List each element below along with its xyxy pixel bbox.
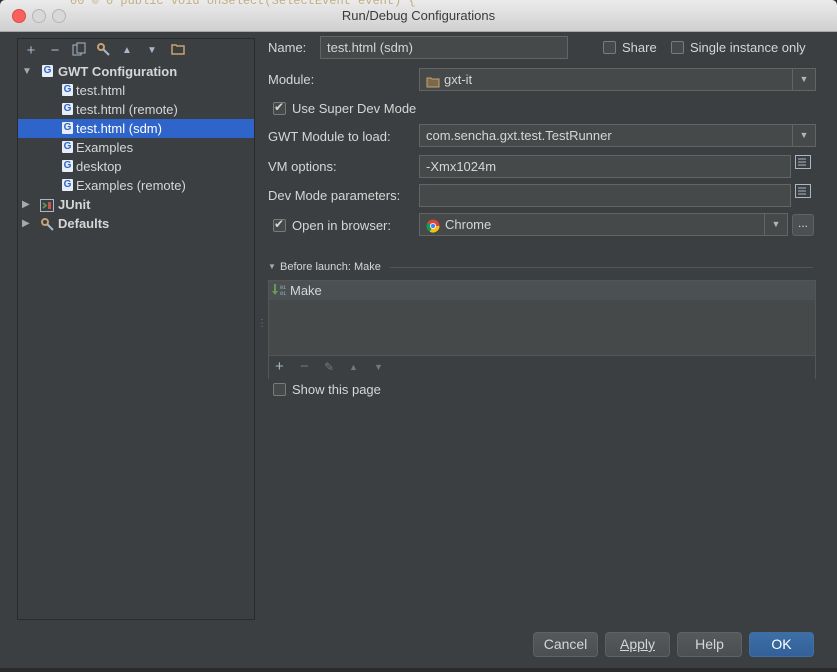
edit-icon[interactable]: ✎ bbox=[324, 360, 334, 374]
run-debug-dialog: 00 © 0 public void onSelect(SelectEvent … bbox=[0, 0, 837, 668]
browser-settings-button[interactable]: ... bbox=[792, 214, 814, 236]
separator-line bbox=[390, 267, 813, 268]
before-launch-toolbar: + − ✎ ▲ ▼ bbox=[269, 355, 815, 380]
dev-mode-params-field[interactable] bbox=[419, 184, 791, 207]
gwt-icon: G bbox=[62, 103, 73, 115]
before-launch-list: 01 01 Make + − ✎ ▲ ▼ bbox=[268, 280, 816, 380]
defaults-icon bbox=[40, 217, 54, 236]
make-icon: 01 01 bbox=[272, 283, 288, 302]
tree-item-label: desktop bbox=[76, 159, 122, 174]
single-instance-checkbox[interactable] bbox=[671, 41, 684, 54]
share-label: Share bbox=[622, 40, 657, 55]
tree-item-label: test.html bbox=[76, 83, 126, 98]
module-label: Module: bbox=[268, 72, 315, 87]
add-icon[interactable]: + bbox=[275, 358, 284, 375]
ok-button[interactable]: OK bbox=[749, 632, 814, 657]
tree-item-label: Examples bbox=[76, 140, 134, 155]
copy-icon[interactable] bbox=[70, 42, 88, 60]
window-title: Run/Debug Configurations bbox=[341, 8, 496, 23]
open-in-browser-checkbox[interactable] bbox=[273, 217, 286, 232]
remove-icon[interactable]: − bbox=[46, 42, 64, 60]
tree-item-label: test.html (sdm) bbox=[76, 121, 162, 136]
tree-item-label: test.html (remote) bbox=[76, 102, 178, 117]
background-strip bbox=[0, 668, 837, 672]
expand-arrow-icon[interactable]: ▼ bbox=[22, 62, 32, 81]
tree-item-test-html-sdm[interactable]: G test.html (sdm) bbox=[18, 119, 254, 138]
help-button[interactable]: Help bbox=[677, 632, 742, 657]
tree-item-examples[interactable]: G Examples bbox=[18, 138, 254, 157]
tree-item-examples-remote[interactable]: G Examples (remote) bbox=[18, 176, 254, 195]
cancel-button[interactable]: Cancel bbox=[533, 632, 598, 657]
svg-text:01: 01 bbox=[280, 291, 286, 297]
name-label: Name: bbox=[268, 40, 307, 55]
gwt-module-label: GWT Module to load: bbox=[268, 129, 391, 144]
super-dev-mode-label: Use Super Dev Mode bbox=[292, 101, 417, 116]
make-label: Make bbox=[290, 283, 322, 298]
super-dev-mode-checkbox[interactable] bbox=[273, 100, 286, 115]
chevron-down-icon[interactable]: ▼ bbox=[268, 262, 276, 271]
collapse-arrow-icon[interactable]: ▶ bbox=[22, 214, 30, 233]
settings-icon[interactable] bbox=[94, 42, 112, 60]
configurations-panel: + − ▲ ▼ ▼ G GWT Configuration G test.htm… bbox=[17, 38, 255, 620]
tree-item-label: Defaults bbox=[58, 216, 110, 231]
tree-item-defaults[interactable]: ▶ Defaults bbox=[18, 214, 254, 233]
chevron-down-icon[interactable]: ▼ bbox=[792, 69, 815, 90]
chevron-down-icon[interactable]: ▼ bbox=[792, 125, 815, 146]
gwt-icon: G bbox=[42, 65, 53, 77]
apply-button[interactable]: Apply bbox=[605, 632, 670, 657]
browser-value: Chrome bbox=[445, 217, 492, 232]
vm-options-field[interactable]: -Xmx1024m bbox=[419, 155, 791, 178]
tree-item-label: GWT Configuration bbox=[58, 64, 178, 79]
tree-item-test-html[interactable]: G test.html bbox=[18, 81, 254, 100]
before-launch-title: Before launch: Make bbox=[280, 261, 381, 273]
gwt-icon: G bbox=[62, 84, 73, 96]
add-icon[interactable]: + bbox=[22, 42, 40, 60]
module-combo[interactable]: gxt-it ▼ bbox=[419, 68, 816, 91]
gwt-icon: G bbox=[62, 179, 73, 191]
chrome-icon bbox=[426, 218, 440, 239]
tree-item-label: JUnit bbox=[58, 197, 91, 212]
gwt-module-combo[interactable]: com.sencha.gxt.test.TestRunner ▼ bbox=[419, 124, 816, 147]
expand-editor-icon[interactable] bbox=[793, 155, 813, 176]
collapse-arrow-icon[interactable]: ▶ bbox=[22, 195, 30, 214]
vm-options-label: VM options: bbox=[268, 159, 337, 174]
show-this-page-checkbox[interactable] bbox=[273, 383, 286, 396]
browser-combo[interactable]: Chrome ▼ bbox=[419, 213, 788, 236]
show-this-page-label: Show this page bbox=[292, 382, 381, 397]
configuration-tree: ▼ G GWT Configuration G test.html G test… bbox=[18, 62, 254, 233]
open-in-browser-label: Open in browser: bbox=[292, 218, 391, 233]
gwt-icon: G bbox=[62, 160, 73, 172]
tree-item-test-html-remote[interactable]: G test.html (remote) bbox=[18, 100, 254, 119]
tree-item-desktop[interactable]: G desktop bbox=[18, 157, 254, 176]
chevron-down-icon[interactable]: ▼ bbox=[764, 214, 787, 235]
dev-mode-params-label: Dev Mode parameters: bbox=[268, 188, 401, 203]
expand-editor-icon[interactable] bbox=[793, 184, 813, 205]
move-down-icon[interactable]: ▼ bbox=[143, 42, 161, 60]
name-field[interactable]: test.html (sdm) bbox=[320, 36, 568, 59]
module-folder-icon bbox=[426, 73, 440, 94]
remove-icon[interactable]: − bbox=[300, 358, 309, 375]
config-toolbar: + − ▲ ▼ bbox=[18, 39, 254, 63]
gwt-module-value: com.sencha.gxt.test.TestRunner bbox=[426, 128, 612, 143]
tree-item-gwt-configuration[interactable]: ▼ G GWT Configuration bbox=[18, 62, 254, 81]
single-instance-label: Single instance only bbox=[690, 40, 806, 55]
title-bar: 00 © 0 public void onSelect(SelectEvent … bbox=[0, 0, 837, 32]
gwt-icon: G bbox=[62, 122, 73, 134]
list-item[interactable]: 01 01 Make bbox=[269, 281, 815, 300]
folder-icon[interactable] bbox=[169, 42, 187, 60]
background-editor-text: 00 © 0 public void onSelect(SelectEvent … bbox=[70, 0, 416, 8]
before-launch-header[interactable]: ▼ Before launch: Make bbox=[268, 261, 813, 275]
move-up-icon[interactable]: ▲ bbox=[118, 42, 136, 60]
tree-item-junit[interactable]: ▶ JUnit bbox=[18, 195, 254, 214]
share-checkbox[interactable] bbox=[603, 41, 616, 54]
configuration-form: Name: test.html (sdm) Share Single insta… bbox=[268, 36, 828, 616]
move-up-icon[interactable]: ▲ bbox=[349, 362, 358, 372]
tree-item-label: Examples (remote) bbox=[76, 178, 186, 193]
module-value: gxt-it bbox=[444, 72, 473, 87]
move-down-icon[interactable]: ▼ bbox=[374, 362, 383, 372]
gwt-icon: G bbox=[62, 141, 73, 153]
